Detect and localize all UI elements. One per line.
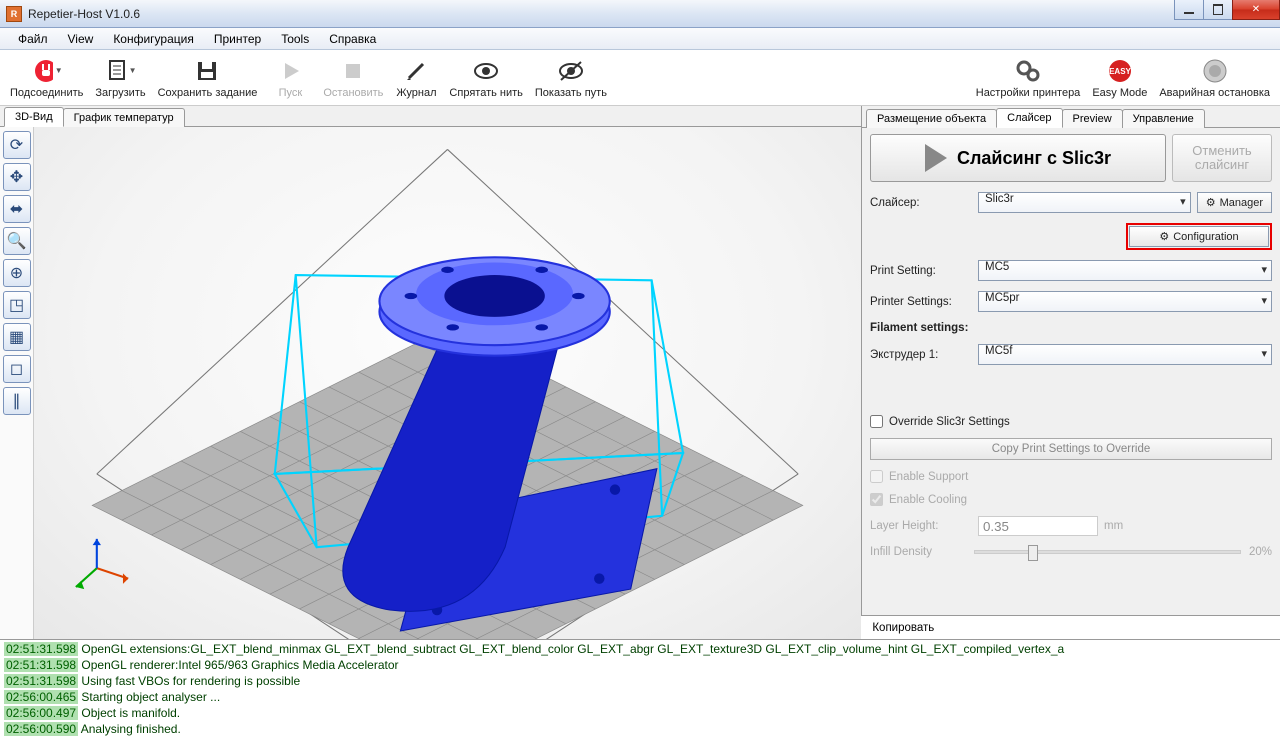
iso-view-button[interactable]: ◳ [3,291,31,319]
infill-label: Infill Density [870,546,966,558]
menu-config[interactable]: Конфигурация [103,28,204,50]
manager-button[interactable]: ⚙Manager [1197,192,1272,213]
slicer-select[interactable]: Slic3r [978,192,1191,213]
menu-bar: Файл View Конфигурация Принтер Tools Спр… [0,28,1280,50]
eye-icon [470,57,502,85]
tab-control[interactable]: Управление [1122,109,1205,128]
copy-override-button[interactable]: Copy Print Settings to Override [870,438,1272,460]
save-icon [191,57,223,85]
stop-circle-icon [1199,57,1231,85]
window-title: Repetier-Host V1.0.6 [28,7,140,21]
extruder1-label: Экструдер 1: [870,349,972,361]
layer-height-input [978,516,1098,536]
emergency-stop-button[interactable]: Аварийная остановка [1153,51,1276,105]
plug-icon: ▼ [31,57,63,85]
print-setting-label: Print Setting: [870,265,972,277]
easy-mode-button[interactable]: EASY Easy Mode [1086,51,1153,105]
title-bar: R Repetier-Host V1.0.6 ✕ [0,0,1280,28]
tab-temp-graph[interactable]: График температур [63,108,185,127]
configuration-highlight: ⚙Configuration [1126,223,1272,250]
menu-printer[interactable]: Принтер [204,28,271,50]
infill-slider [974,550,1241,554]
pencil-icon [400,57,432,85]
zoom-button[interactable]: 🔍 [3,227,31,255]
log-output[interactable]: 02:51:31.598 OpenGL extensions:GL_EXT_bl… [0,639,1280,736]
load-button[interactable]: ▼ Загрузить [89,51,151,105]
copy-log-button[interactable]: ⎘ Копировать [852,621,934,634]
stop-button[interactable]: Остановить [317,51,389,105]
window-controls: ✕ [1175,0,1280,20]
viewport-3d[interactable] [34,127,861,639]
layer-height-label: Layer Height: [870,520,972,532]
close-button[interactable]: ✕ [1232,0,1280,20]
menu-help[interactable]: Справка [319,28,386,50]
left-tabstrip: 3D-Вид График температур [0,106,861,127]
enable-support-checkbox [870,470,883,483]
enable-cooling-checkbox [870,493,883,506]
move-view-button[interactable]: ✥ [3,163,31,191]
enable-support-label: Enable Support [889,471,968,483]
override-label: Override Slic3r Settings [889,416,1010,428]
slice-button[interactable]: Слайсинг с Slic3r [870,134,1166,182]
play-icon [925,144,947,172]
infill-value: 20% [1249,546,1272,558]
mm-label: mm [1104,520,1123,532]
left-pane: 3D-Вид График температур ⟳ ✥ ⬌ 🔍 ⊕ ◳ ▦ ◻… [0,106,862,615]
show-path-button[interactable]: Показать путь [529,51,613,105]
svg-text:EASY: EASY [1109,67,1131,76]
cancel-slice-button[interactable]: Отменить слайсинг [1172,134,1272,182]
save-job-button[interactable]: Сохранить задание [152,51,264,105]
slicer-label: Слайсер: [870,197,972,209]
menu-view[interactable]: View [58,28,104,50]
printer-settings-label: Printer Settings: [870,296,972,308]
top-view-button[interactable]: ◻ [3,355,31,383]
front-view-button[interactable]: ▦ [3,323,31,351]
right-tabstrip: Размещение объекта Слайсер Preview Управ… [862,106,1280,128]
hide-filament-button[interactable]: Спрятать нить [443,51,528,105]
printer-settings-button[interactable]: Настройки принтера [970,51,1087,105]
tab-placement[interactable]: Размещение объекта [866,109,997,128]
enable-cooling-label: Enable Cooling [889,494,967,506]
stop-icon [337,57,369,85]
right-pane: Размещение объекта Слайсер Preview Управ… [862,106,1280,615]
start-button[interactable]: Пуск [263,51,317,105]
menu-tools[interactable]: Tools [271,28,319,50]
view-toolbar: ⟳ ✥ ⬌ 🔍 ⊕ ◳ ▦ ◻ ∥ [0,127,34,639]
menu-file[interactable]: Файл [8,28,58,50]
gear-icon: ⚙ [1159,230,1169,243]
print-setting-select[interactable]: MC5 [978,260,1272,281]
filament-settings-label: Filament settings: [870,322,972,334]
tab-3d-view[interactable]: 3D-Вид [4,107,64,127]
gear-icon: ⚙ [1206,196,1216,209]
override-checkbox[interactable] [870,415,883,428]
tab-preview[interactable]: Preview [1062,109,1123,128]
parallel-button[interactable]: ∥ [3,387,31,415]
printer-settings-select[interactable]: MC5pr [978,291,1272,312]
tab-slicer[interactable]: Слайсер [996,108,1062,128]
reset-view-button[interactable]: ⟳ [3,131,31,159]
configuration-button[interactable]: ⚙Configuration [1129,226,1269,247]
connect-button[interactable]: ▼ Подсоединить [4,51,89,105]
main-toolbar: ▼ Подсоединить ▼ Загрузить Сохранить зад… [0,50,1280,106]
document-icon: ▼ [104,57,136,85]
slicer-panel: Слайсинг с Slic3r Отменить слайсинг Слай… [862,128,1280,615]
easy-icon: EASY [1104,57,1136,85]
move-object-button[interactable]: ⬌ [3,195,31,223]
fit-button[interactable]: ⊕ [3,259,31,287]
eye-off-icon [555,57,587,85]
play-icon [274,57,306,85]
maximize-button[interactable] [1203,0,1233,20]
minimize-button[interactable] [1174,0,1204,20]
extruder1-select[interactable]: MC5f [978,344,1272,365]
app-icon: R [6,6,22,22]
gear-icon [1012,57,1044,85]
journal-button[interactable]: Журнал [389,51,443,105]
